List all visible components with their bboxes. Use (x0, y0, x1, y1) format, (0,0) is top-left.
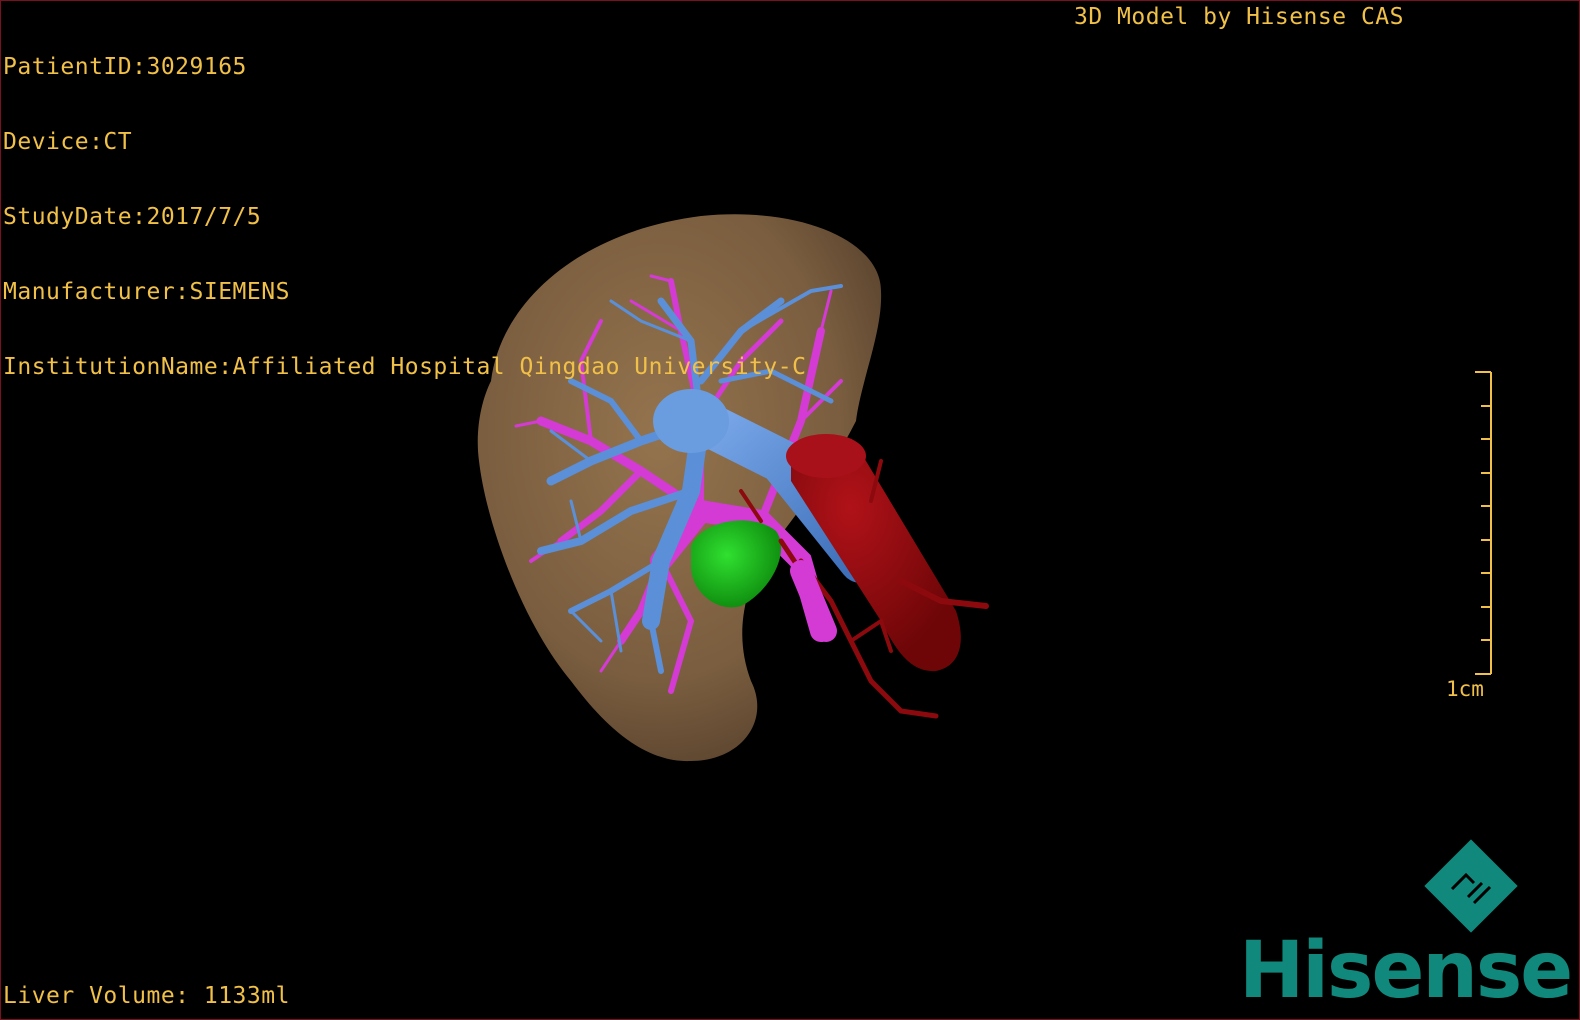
manufacturer-text: Manufacturer:SIEMENS (3, 279, 290, 305)
patient-id-text: PatientID:3029165 (3, 54, 247, 80)
gallbladder (691, 520, 782, 608)
study-date-text: StudyDate:2017/7/5 (3, 204, 262, 230)
model-credit-text: 3D Model by Hisense CAS (1074, 4, 1404, 30)
institution-text: InstitutionName:Affiliated Hospital Qing… (3, 354, 807, 380)
portal-vein-trunk (790, 560, 837, 642)
study-info-overlay: PatientID:3029165 Device:CT StudyDate:20… (3, 5, 806, 430)
render-viewport[interactable]: PatientID:3029165 Device:CT StudyDate:20… (0, 0, 1580, 1020)
scale-bar-label: 1cm (1446, 677, 1484, 701)
hisense-logo-wordmark: Hisense (1239, 926, 1573, 1016)
liver-volume-text: Liver Volume: 1133ml (3, 983, 290, 1009)
hisense-diamond-emblem-icon (1424, 839, 1518, 933)
device-text: Device:CT (3, 129, 133, 155)
scale-bar (1475, 371, 1492, 675)
